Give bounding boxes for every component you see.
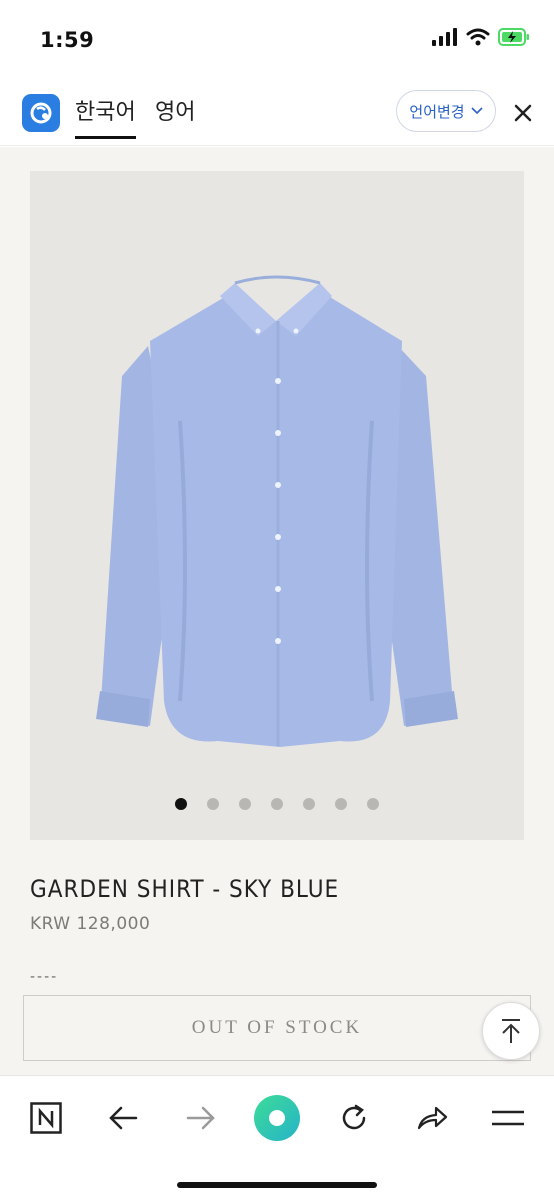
product-price: KRW 128,000 — [30, 914, 151, 934]
change-language-label: 언어변경 — [409, 102, 465, 121]
product-page: GARDEN SHIRT - SKY BLUE KRW 128,000 ----… — [0, 147, 554, 1075]
gallery-pagination[interactable] — [30, 798, 524, 810]
status-time: 1:59 — [40, 28, 95, 52]
change-language-button[interactable]: 언어변경 — [396, 90, 496, 132]
tab-english[interactable]: 영어 — [155, 94, 195, 136]
product-title: GARDEN SHIRT - SKY BLUE — [30, 875, 340, 903]
wifi-icon — [466, 28, 490, 46]
gallery-dot[interactable] — [239, 798, 251, 810]
gallery-dot[interactable] — [367, 798, 379, 810]
gallery-dot[interactable] — [175, 798, 187, 810]
back-button[interactable] — [99, 1094, 147, 1142]
share-button[interactable] — [408, 1094, 456, 1142]
gallery-dot[interactable] — [335, 798, 347, 810]
home-indicator[interactable] — [177, 1182, 377, 1188]
product-image-gallery[interactable] — [30, 171, 524, 840]
gallery-dot[interactable] — [207, 798, 219, 810]
tab-korean[interactable]: 한국어 — [75, 94, 136, 139]
papago-logo-icon[interactable] — [22, 94, 60, 132]
scroll-top-button[interactable] — [482, 1002, 540, 1060]
translate-bar: 한국어 영어 언어변경 — [0, 80, 554, 146]
close-button[interactable] — [508, 98, 538, 128]
signal-icon — [432, 28, 457, 46]
status-icons — [432, 28, 530, 46]
share-icon — [417, 1106, 448, 1130]
gallery-dot[interactable] — [303, 798, 315, 810]
arrow-up-icon — [502, 1019, 520, 1043]
translate-button[interactable] — [250, 1091, 304, 1145]
naver-n-icon — [30, 1102, 62, 1134]
close-icon — [514, 104, 532, 122]
browser-toolbar — [0, 1075, 554, 1200]
shirt-image — [96, 275, 458, 747]
out-of-stock-button[interactable]: OUT OF STOCK — [23, 995, 531, 1061]
refresh-button[interactable] — [330, 1094, 378, 1142]
back-arrow-icon — [109, 1106, 138, 1130]
forward-arrow-icon — [186, 1106, 215, 1130]
chevron-down-icon — [471, 107, 483, 115]
menu-icon — [492, 1110, 524, 1126]
status-bar: 1:59 — [0, 0, 554, 80]
refresh-icon — [342, 1104, 366, 1130]
naver-home-button[interactable] — [22, 1094, 70, 1142]
gallery-dot[interactable] — [271, 798, 283, 810]
menu-button[interactable] — [484, 1094, 532, 1142]
battery-charging-icon — [498, 28, 529, 46]
forward-button[interactable] — [177, 1094, 225, 1142]
translate-icon — [254, 1095, 300, 1141]
option-placeholder: ---- — [30, 969, 59, 985]
